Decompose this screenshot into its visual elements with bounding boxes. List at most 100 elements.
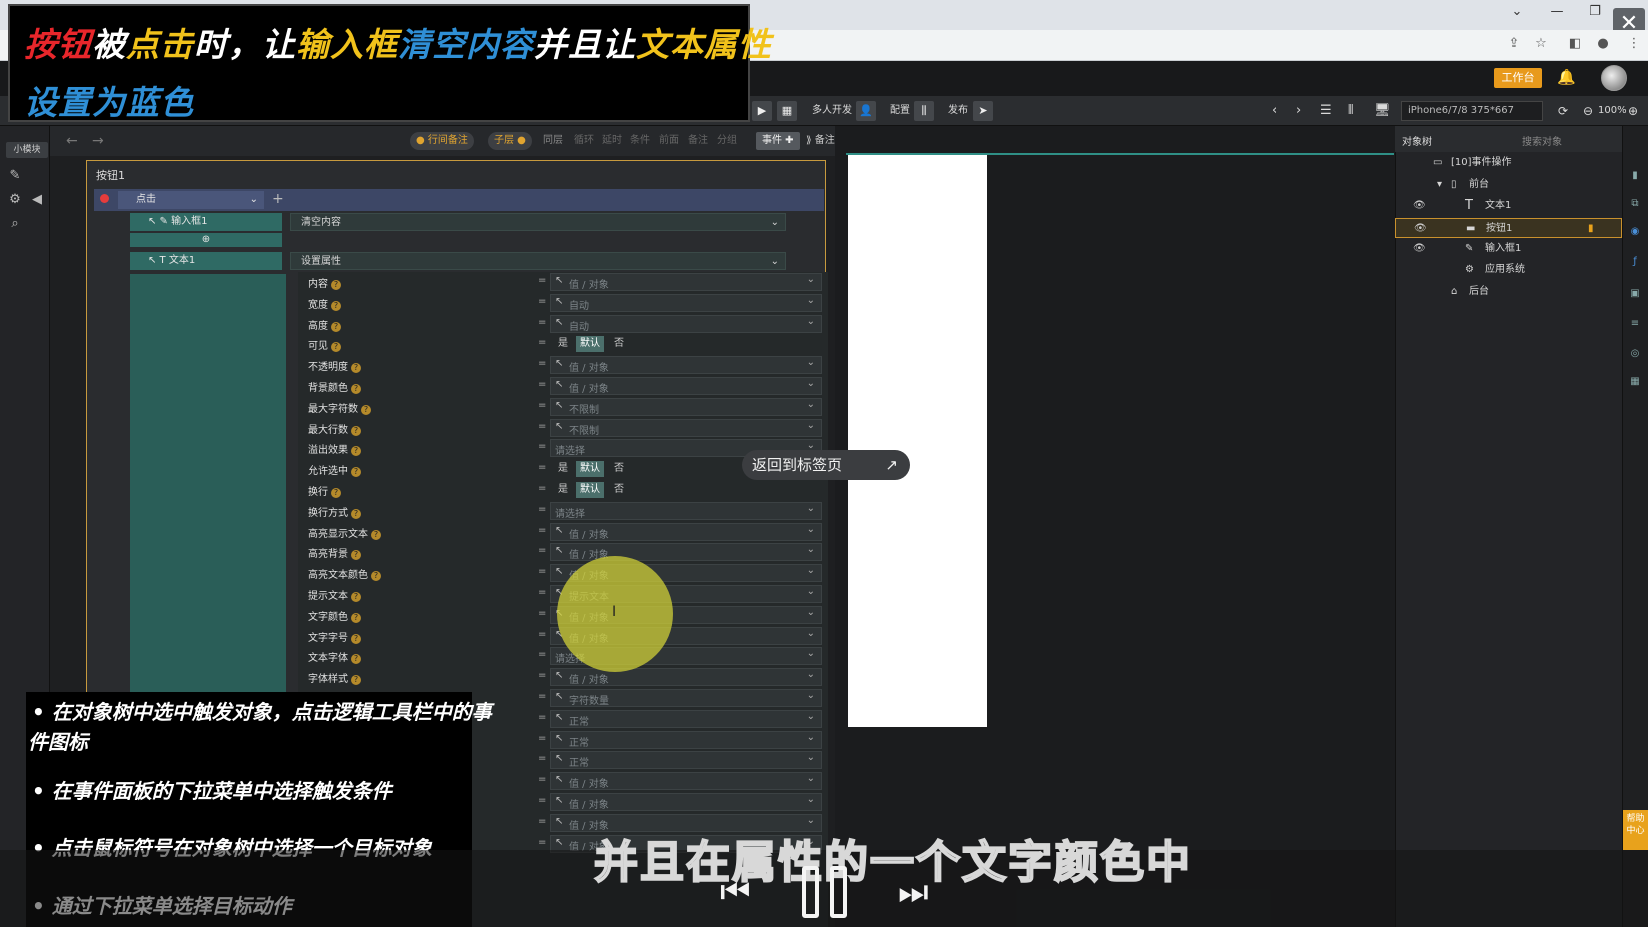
action-target-2[interactable]: ↖ T 文本1	[130, 252, 282, 270]
help-icon[interactable]: ?	[331, 280, 341, 290]
chevron-down-icon[interactable]: ⌄	[1507, 4, 1527, 19]
data-icon[interactable]: ◉	[1627, 226, 1643, 240]
toggle-option[interactable]: 默认	[576, 461, 604, 478]
canvas-page[interactable]	[848, 155, 987, 727]
pick-object-icon[interactable]: ↖	[555, 525, 563, 536]
layers-icon[interactable]: ⧉	[1627, 198, 1643, 212]
toggle-option[interactable]: 默认	[576, 482, 604, 498]
property-value-field[interactable]: 请选择 ⌄	[550, 501, 822, 520]
toggle-option[interactable]: 否	[610, 482, 628, 498]
toggle-option[interactable]: 是	[554, 336, 572, 352]
sliders-icon[interactable]: ⫼	[914, 101, 934, 121]
property-toggle-group[interactable]: 是默认否	[550, 335, 822, 353]
search-icon[interactable]: ⌕	[6, 216, 24, 232]
help-icon[interactable]: ?	[351, 592, 361, 602]
eye-icon[interactable]: 👁	[1413, 239, 1426, 259]
property-value-field[interactable]: ↖值 / 对象⌄	[550, 772, 822, 791]
row-note-toggle[interactable]: ● 行间备注	[410, 132, 474, 150]
prev-icon[interactable]: ‹	[1272, 101, 1277, 121]
pick-object-icon[interactable]: ↖	[555, 712, 563, 723]
help-icon[interactable]: ?	[351, 425, 361, 436]
group-button[interactable]: 分组	[711, 132, 743, 150]
zoom-out-icon[interactable]: ⊖	[1583, 101, 1593, 121]
device-select[interactable]: iPhone6/7/8 375*667	[1401, 101, 1543, 121]
add-event-button[interactable]: 事件 ✚	[756, 132, 800, 150]
pick-object-icon[interactable]: ↖	[555, 691, 563, 702]
property-value-field[interactable]: ↖值 / 对象⌄	[550, 356, 822, 375]
help-icon[interactable]: ?	[351, 384, 361, 394]
pick-object-icon[interactable]: ↖	[555, 358, 563, 369]
help-icon[interactable]: ?	[361, 404, 371, 415]
eye-icon[interactable]: 👁	[1414, 219, 1427, 239]
property-value-field[interactable]: ↖值 / 对象⌄	[550, 377, 822, 395]
property-value-field[interactable]: ↖ 正常 ⌄	[550, 709, 822, 728]
help-icon[interactable]: ?	[351, 550, 361, 561]
info-icon[interactable]: ▮	[1627, 170, 1643, 184]
zoom-in-icon[interactable]: ⊕	[1628, 101, 1638, 121]
minimize-icon[interactable]: —	[1547, 4, 1567, 19]
tab-object-tree[interactable]: 对象树	[1402, 133, 1432, 148]
help-icon[interactable]: ?	[331, 342, 341, 353]
property-value-field[interactable]: ↖ 字符数量 ⌄	[550, 689, 822, 707]
condition-button[interactable]: 条件	[624, 132, 656, 150]
publish-label[interactable]: 发布	[948, 101, 968, 121]
property-value-field[interactable]: ↖值 / 对象⌄	[550, 793, 822, 811]
pick-object-icon[interactable]: ↖	[555, 816, 563, 827]
pick-object-icon[interactable]: ↖	[555, 275, 563, 286]
star-icon[interactable]: ☆	[1532, 36, 1550, 51]
pick-object-icon[interactable]: ↖	[555, 753, 563, 764]
bell-icon[interactable]: 🔔	[1557, 68, 1576, 86]
tree-item-input1[interactable]: 👁 ✎ 输入框1	[1395, 239, 1622, 259]
list-icon[interactable]: ≡	[1627, 318, 1643, 332]
property-value-field[interactable]: ↖ 不限制 ⌄	[550, 397, 822, 416]
toggle-option[interactable]: 否	[610, 461, 628, 477]
tree-item-backend[interactable]: ⌂ 后台	[1395, 282, 1622, 302]
front-button[interactable]: 前面	[653, 132, 685, 150]
function-icon[interactable]: ƒ	[1627, 256, 1643, 270]
pick-object-icon[interactable]: ↖	[555, 421, 563, 432]
help-icon[interactable]: ?	[351, 633, 361, 644]
add-sub-action-icon[interactable]: ⊕	[130, 233, 282, 247]
lock-icon[interactable]: ▣	[1627, 288, 1643, 302]
toggle-option[interactable]: 否	[610, 336, 628, 352]
rotate-icon[interactable]: ⟳	[1558, 101, 1568, 121]
pick-object-icon[interactable]: ↖	[555, 545, 563, 556]
play-icon[interactable]: ▶	[752, 101, 772, 121]
trigger-select[interactable]: 点击 ⌄	[118, 191, 264, 209]
pick-object-icon[interactable]: ↖	[555, 400, 563, 411]
send-icon[interactable]: ➤	[973, 101, 993, 121]
property-value-field[interactable]: ↖ 正常 ⌄	[550, 751, 822, 770]
distribute-icon[interactable]: ⫴	[1348, 101, 1353, 121]
property-value-field[interactable]: ↖值 / 对象⌄	[550, 543, 822, 562]
pick-object-icon[interactable]: ↖	[555, 317, 563, 328]
property-value-field[interactable]: ↖值 / 对象⌄	[550, 668, 822, 687]
help-center-tab[interactable]: 帮助中心	[1623, 810, 1648, 850]
device-icon[interactable]: 🖥	[1374, 101, 1391, 121]
help-icon[interactable]: ?	[351, 612, 361, 623]
action-select-1[interactable]: 清空内容 ⌄	[290, 213, 786, 231]
note-button[interactable]: 备注	[682, 132, 714, 150]
sound-icon[interactable]: ◀	[28, 192, 46, 208]
avatar[interactable]	[1601, 65, 1627, 91]
add-action-icon[interactable]: +	[272, 189, 284, 209]
help-icon[interactable]: ?	[351, 446, 361, 457]
profile-icon[interactable]: ●	[1594, 36, 1612, 51]
pause-icon[interactable]	[802, 866, 850, 918]
pick-object-icon[interactable]: ↖	[555, 566, 563, 577]
tree-item-text1[interactable]: 👁 T 文本1	[1395, 196, 1622, 216]
config-label[interactable]: 配置	[890, 101, 910, 121]
pick-object-icon[interactable]: ↖	[555, 733, 563, 744]
tree-item-event-ops[interactable]: ▭ [10]事件操作	[1395, 153, 1622, 173]
property-value-field[interactable]: ↖值 / 对象⌄	[550, 273, 822, 291]
small-module-button[interactable]: 小模块	[6, 142, 48, 158]
help-icon[interactable]: ?	[331, 321, 341, 332]
tree-item-front[interactable]: ▾ ▯ 前台	[1395, 175, 1622, 195]
object-search-input[interactable]: 搜索对象	[1522, 133, 1562, 148]
settings-icon[interactable]: ⚙	[6, 192, 24, 208]
sidebar-icon[interactable]: ◧	[1566, 36, 1584, 51]
grid-icon[interactable]: ▦	[1627, 376, 1643, 390]
maximize-icon[interactable]: ❐	[1585, 4, 1605, 19]
help-icon[interactable]: ?	[351, 675, 361, 686]
help-icon[interactable]: ?	[331, 488, 341, 498]
help-icon[interactable]: ?	[371, 571, 381, 582]
